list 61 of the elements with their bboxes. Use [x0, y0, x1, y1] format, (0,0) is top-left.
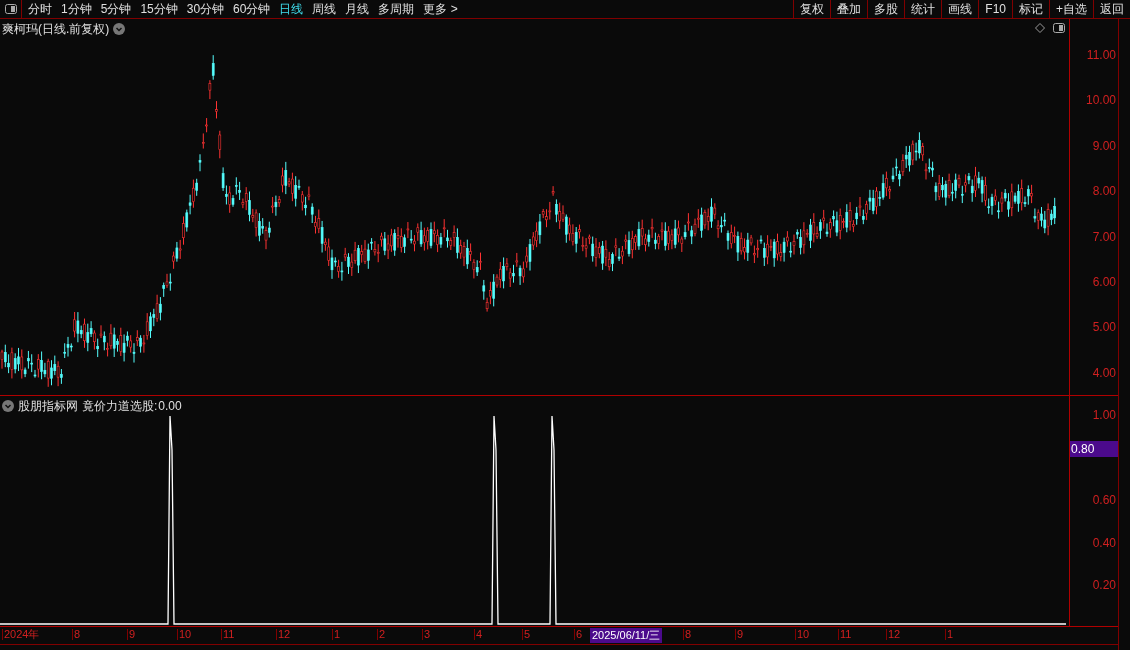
date-axis-label: 6 [574, 629, 583, 640]
date-axis-label: 11 [221, 629, 235, 640]
price-axis-label: 9.00 [1092, 139, 1116, 152]
date-axis-label: 12 [276, 629, 291, 640]
period-tab[interactable]: 30分钟 [186, 3, 225, 15]
toolbar-button[interactable]: +自选 [1049, 0, 1093, 18]
date-axis-label: 1 [332, 629, 341, 640]
period-tab[interactable]: 分时 [28, 3, 52, 15]
date-axis-label: 9 [735, 629, 744, 640]
price-axis-label: 8.00 [1092, 185, 1116, 198]
toolbar-button[interactable]: 返回 [1093, 0, 1130, 18]
period-tab[interactable]: 15分钟 [140, 3, 178, 15]
date-axis-label: 4 [474, 629, 483, 640]
toolbar-button[interactable]: 多股 [867, 0, 905, 18]
indicator-value: 0.00 [158, 398, 182, 415]
indicator-axis-label: 0.20 [1092, 579, 1116, 591]
period-tab[interactable]: 5分钟 [100, 3, 132, 15]
toolbar-button[interactable]: 统计 [904, 0, 942, 18]
date-axis-label: 10 [177, 629, 192, 640]
toolbar-button[interactable]: 叠加 [830, 0, 868, 18]
date-axis-label: 2 [377, 629, 386, 640]
period-tab[interactable]: 多周期 [378, 3, 415, 15]
date-axis-label: 9 [127, 629, 136, 640]
date-axis-label: 3 [422, 629, 431, 640]
crosshair-date-label: 2025/06/11/三 [590, 628, 663, 643]
date-axis-label: 2024年 [2, 629, 40, 640]
toolbar-button[interactable]: 画线 [941, 0, 979, 18]
period-tab[interactable]: 1分钟 [61, 3, 92, 15]
period-tab[interactable]: 周线 [312, 3, 337, 15]
indicator-axis-label: 0.40 [1092, 536, 1116, 549]
price-axis-label: 5.00 [1092, 321, 1116, 334]
indicator-axis-label: 0.60 [1092, 494, 1116, 506]
date-axis-label: 10 [795, 629, 810, 640]
chevron-down-icon[interactable] [2, 400, 14, 412]
indicator-axis-label: 1.00 [1092, 409, 1116, 421]
indicator-name: 股朋指标网 [18, 398, 78, 415]
chevron-down-icon[interactable] [113, 23, 126, 35]
crosshair-value-label: 0.80 [1070, 441, 1118, 457]
price-axis-label: 10.00 [1085, 94, 1116, 107]
date-axis-label: 1 [945, 629, 954, 640]
date-axis-label: 8 [683, 629, 692, 640]
period-tab[interactable]: 月线 [345, 3, 370, 15]
toolbar-button[interactable]: 复权 [793, 0, 831, 18]
chart-title: 爽柯玛(日线.前复权) [2, 20, 110, 38]
date-axis-label: 11 [838, 629, 852, 640]
price-axis-label: 6.00 [1092, 276, 1116, 288]
diamond-icon[interactable] [1035, 23, 1045, 33]
toolbar-button[interactable]: 标记 [1012, 0, 1049, 18]
more-button[interactable]: 更多 > [423, 3, 458, 15]
period-tab[interactable]: 日线 [279, 3, 304, 15]
period-tab[interactable]: 60分钟 [233, 3, 271, 15]
date-axis-label: 8 [72, 629, 81, 640]
panel-toggle-icon[interactable] [1053, 23, 1065, 33]
price-axis-label: 11.00 [1086, 49, 1116, 61]
date-axis-label: 12 [886, 629, 901, 640]
price-axis-label: 7.00 [1092, 230, 1116, 243]
price-axis-label: 4.00 [1092, 366, 1116, 379]
toolbar-button[interactable]: F10 [978, 0, 1012, 18]
indicator-formula: 竟价力道选股: [82, 398, 158, 415]
date-axis-label: 5 [522, 629, 531, 640]
panel-toggle-icon[interactable] [4, 4, 17, 14]
